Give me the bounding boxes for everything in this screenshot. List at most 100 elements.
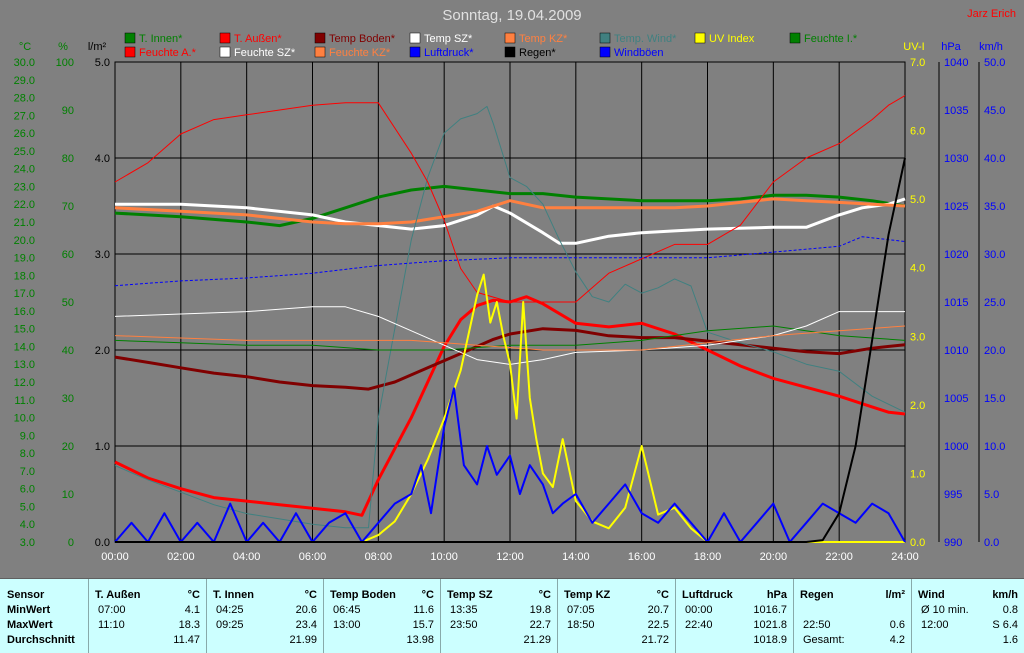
stats-time: 00:00 <box>685 604 713 616</box>
x-tick-label: 00:00 <box>101 551 129 563</box>
stats-col-header: T. Innen <box>213 589 254 601</box>
temp-tick-label: 9.0 <box>20 430 35 442</box>
weather-station-window: Sonntag, 19.04.2009 Jarz Erich 00:00 02:0… <box>0 0 1024 653</box>
legend-swatch <box>694 32 706 44</box>
humidity-tick-label: 60 <box>62 249 74 261</box>
stats-time: 18:50 <box>567 619 595 631</box>
stats-value: 22.5 <box>647 619 669 631</box>
temp-tick-label: 24.0 <box>14 164 35 176</box>
stats-time: 12:00 <box>921 619 949 631</box>
stats-time: 13:00 <box>333 619 361 631</box>
chart-title: Sonntag, 19.04.2009 <box>442 7 581 24</box>
legend-label: Luftdruck* <box>424 47 474 59</box>
stats-col: Regen l/m² 22:50 0.6 Gesamt: 4.2 <box>793 579 912 653</box>
uv-tick-label: 1.0 <box>910 468 925 480</box>
uv-tick-label: 5.0 <box>910 194 925 206</box>
humidity-tick-label: 90 <box>62 105 74 117</box>
stats-time: 11:10 <box>98 619 125 631</box>
rain-tick-label: 3.0 <box>95 249 110 261</box>
legend-swatch <box>504 46 516 58</box>
wind-tick-label: 25.0 <box>984 297 1005 309</box>
wind-tick-label: 10.0 <box>984 441 1005 453</box>
temp-tick-label: 14.0 <box>14 341 35 353</box>
stats-value: 1.6 <box>1002 634 1018 646</box>
stats-time: 09:25 <box>216 619 244 631</box>
wind-tick-label: 0.0 <box>984 537 999 549</box>
legend-label: Temp SZ* <box>424 33 473 45</box>
pressure-tick-label: 1035 <box>944 105 968 117</box>
legend-swatch <box>219 46 231 58</box>
stats-value: 13.98 <box>406 634 434 646</box>
legend-label: Regen* <box>519 47 556 59</box>
humidity-tick-label: 30 <box>62 393 74 405</box>
temp-tick-label: 19.0 <box>14 253 35 265</box>
legend-swatch <box>314 46 326 58</box>
wind-tick-label: 45.0 <box>984 105 1005 117</box>
statistics-table: Sensor MinWert MaxWert Durchschnitt T. A… <box>0 578 1024 653</box>
x-tick-label: 24:00 <box>891 551 919 563</box>
stats-value: 1018.9 <box>753 634 787 646</box>
pressure-tick-label: 1005 <box>944 393 968 405</box>
stats-row-label-min: MinWert <box>7 604 51 616</box>
legend-swatch <box>599 32 611 44</box>
humidity-tick-label: 10 <box>62 489 74 501</box>
x-tick-label: 16:00 <box>628 551 656 563</box>
uv-tick-label: 3.0 <box>910 331 925 343</box>
stats-time: 22:50 <box>803 619 831 631</box>
stats-time: 13:35 <box>450 604 478 616</box>
temp-tick-label: 15.0 <box>14 324 35 336</box>
stats-value: 23.4 <box>295 619 317 631</box>
stats-value: 4.2 <box>889 634 905 646</box>
stats-col-sensor: Sensor MinWert MaxWert Durchschnitt <box>0 579 89 653</box>
temp-tick-label: 7.0 <box>20 466 35 478</box>
wind-tick-label: 30.0 <box>984 249 1005 261</box>
temp-tick-label: 12.0 <box>14 377 35 389</box>
pressure-tick-label: 1010 <box>944 345 968 357</box>
stats-col: Wind km/h Ø 10 min. 0.8 12:00 S 6.4 1.6 <box>911 579 1024 653</box>
x-tick-label: 10:00 <box>430 551 458 563</box>
stats-col-header: Temp KZ <box>564 589 611 601</box>
x-tick-label: 08:00 <box>365 551 393 563</box>
stats-time: 22:40 <box>685 619 713 631</box>
humidity-tick-label: 100 <box>56 57 74 69</box>
uv-tick-label: 7.0 <box>910 57 925 69</box>
uv-tick-label: 0.0 <box>910 537 925 549</box>
legend-label: Feuchte SZ* <box>234 47 296 59</box>
uv-tick-label: 6.0 <box>910 126 925 138</box>
temp-tick-label: 3.0 <box>20 537 35 549</box>
stats-time: 07:05 <box>567 604 595 616</box>
temp-tick-label: 5.0 <box>20 501 35 513</box>
legend-swatch <box>314 32 326 44</box>
pressure-tick-label: 1040 <box>944 57 968 69</box>
stats-value: 1016.7 <box>753 604 787 616</box>
x-tick-label: 18:00 <box>694 551 722 563</box>
stats-value: 0.8 <box>1002 604 1018 616</box>
humidity-tick-label: 80 <box>62 153 74 165</box>
stats-value: 11.6 <box>413 604 434 616</box>
stats-value: 11.47 <box>173 634 200 646</box>
legend-label: Temp Boden* <box>329 33 396 45</box>
legend-label: Feuchte I.* <box>804 33 858 45</box>
x-tick-label: 14:00 <box>562 551 590 563</box>
rain-tick-label: 4.0 <box>95 153 110 165</box>
stats-value: 0.6 <box>889 619 905 631</box>
wind-tick-label: 15.0 <box>984 393 1005 405</box>
stats-value: 21.99 <box>289 634 317 646</box>
stats-col: Temp Boden °C 06:45 11.6 13:00 15.7 13.98 <box>323 579 441 653</box>
stats-col-unit: °C <box>187 589 200 601</box>
legend-swatch <box>124 32 136 44</box>
stats-value: 21.29 <box>523 634 551 646</box>
pressure-tick-label: 1030 <box>944 153 968 165</box>
temp-tick-label: 25.0 <box>14 146 35 158</box>
temp-axis-unit: °C <box>19 41 31 53</box>
pressure-tick-label: 1025 <box>944 201 968 213</box>
stats-col-unit: km/h <box>992 589 1018 601</box>
temp-tick-label: 8.0 <box>20 448 35 460</box>
stats-value: 20.7 <box>647 604 669 616</box>
uv-tick-label: 4.0 <box>910 263 925 275</box>
stats-col-header: Luftdruck <box>682 589 733 601</box>
rain-tick-label: 2.0 <box>95 345 110 357</box>
stats-row-label-max: MaxWert <box>7 619 53 631</box>
legend-label: T. Außen* <box>234 33 282 45</box>
humidity-tick-label: 0 <box>68 537 74 549</box>
